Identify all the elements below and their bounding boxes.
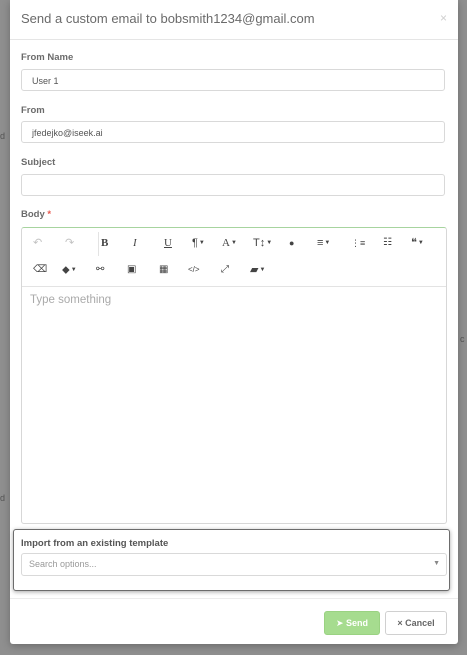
send-icon: ➤ [335, 618, 344, 628]
footer-divider [10, 598, 458, 599]
chevron-down-icon: ▼ [259, 267, 266, 274]
code-icon[interactable]: </> [188, 263, 200, 277]
template-select-placeholder: Search options... [29, 559, 97, 569]
template-label: Import from an existing template [21, 538, 169, 549]
template-select[interactable]: Search options... ▼ [21, 553, 447, 576]
paragraph-icon: ¶ [192, 237, 198, 249]
send-button-label: Send [346, 618, 369, 628]
font-size-dropdown[interactable]: T↕▼ [253, 236, 272, 250]
email-modal: Send a custom email to bobsmith1234@gmai… [10, 0, 458, 644]
modal-title: Send a custom email to bobsmith1234@gmai… [21, 11, 315, 26]
eraser-icon[interactable]: ⌫ [33, 263, 47, 277]
font-icon: A [222, 237, 230, 249]
quote-dropdown[interactable]: ❝▼ [411, 236, 424, 250]
undo-icon[interactable]: ↶ [33, 236, 42, 250]
template-icon: ▰ [250, 264, 259, 276]
backdrop-text: d [0, 131, 6, 141]
link-icon[interactable]: ⚯ [96, 263, 104, 277]
chevron-down-icon: ▼ [266, 240, 273, 247]
quote-icon: ❝ [411, 237, 417, 249]
editor-toolbar: ↶ ↷ B I U ¶▼ A▼ T↕▼ ● ≡▼ ⋮≡ ☷ ❝▼ ⌫ ⬥▼ ⚯ … [22, 228, 446, 287]
from-label: From [21, 105, 45, 116]
chevron-down-icon: ▼ [70, 267, 77, 274]
toolbar-divider [98, 232, 99, 256]
table-icon[interactable]: ▦ [159, 263, 168, 277]
from-name-label: From Name [21, 52, 74, 63]
subject-input[interactable] [21, 174, 445, 196]
required-mark: * [47, 209, 52, 220]
redo-icon[interactable]: ↷ [65, 236, 74, 250]
body-label: Body * [21, 209, 51, 220]
chevron-down-icon: ▼ [198, 240, 205, 247]
chevron-down-icon: ▼ [433, 560, 440, 567]
bold-icon[interactable]: B [101, 236, 108, 250]
chevron-down-icon: ▼ [324, 240, 331, 247]
from-name-input[interactable]: User 1 [21, 69, 445, 91]
rich-text-editor: ↶ ↷ B I U ¶▼ A▼ T↕▼ ● ≡▼ ⋮≡ ☷ ❝▼ ⌫ ⬥▼ ⚯ … [21, 227, 447, 524]
tag-icon: ⬥ [62, 264, 70, 276]
template-dropdown[interactable]: ▰▼ [250, 263, 265, 277]
body-placeholder: Type something [30, 294, 112, 306]
template-import-panel: Import from an existing template Search … [13, 529, 450, 591]
close-icon[interactable]: × [440, 11, 447, 25]
subject-label: Subject [21, 157, 56, 168]
close-icon: × [397, 618, 403, 628]
from-input[interactable]: jfedejko@iseek.ai [21, 121, 445, 143]
send-button[interactable]: ➤ Send [324, 611, 380, 635]
ordered-list-icon[interactable]: ⋮≡ [351, 236, 365, 250]
font-size-icon: T↕ [253, 237, 266, 249]
image-icon[interactable]: ▣ [127, 263, 136, 277]
chevron-down-icon: ▼ [417, 240, 424, 247]
italic-icon[interactable]: I [133, 236, 137, 250]
modal-header: Send a custom email to bobsmith1234@gmai… [10, 0, 458, 40]
backdrop-text: d [0, 493, 6, 503]
color-icon[interactable]: ● [289, 236, 294, 250]
align-icon: ≡ [317, 237, 324, 249]
fullscreen-icon[interactable]: ⤢ [221, 263, 229, 277]
font-dropdown[interactable]: A▼ [222, 236, 237, 250]
tag-dropdown[interactable]: ⬥▼ [62, 263, 77, 277]
chevron-down-icon: ▼ [230, 240, 237, 247]
underline-icon[interactable]: U [164, 236, 172, 250]
cancel-button-label: Cancel [405, 618, 435, 628]
paragraph-dropdown[interactable]: ¶▼ [192, 236, 205, 250]
unordered-list-icon[interactable]: ☷ [383, 236, 392, 250]
body-editor-area[interactable]: Type something [22, 287, 446, 523]
body-label-text: Body [21, 209, 45, 220]
cancel-button[interactable]: × Cancel [385, 611, 447, 635]
align-dropdown[interactable]: ≡▼ [317, 236, 330, 250]
backdrop-text: c [460, 334, 465, 344]
